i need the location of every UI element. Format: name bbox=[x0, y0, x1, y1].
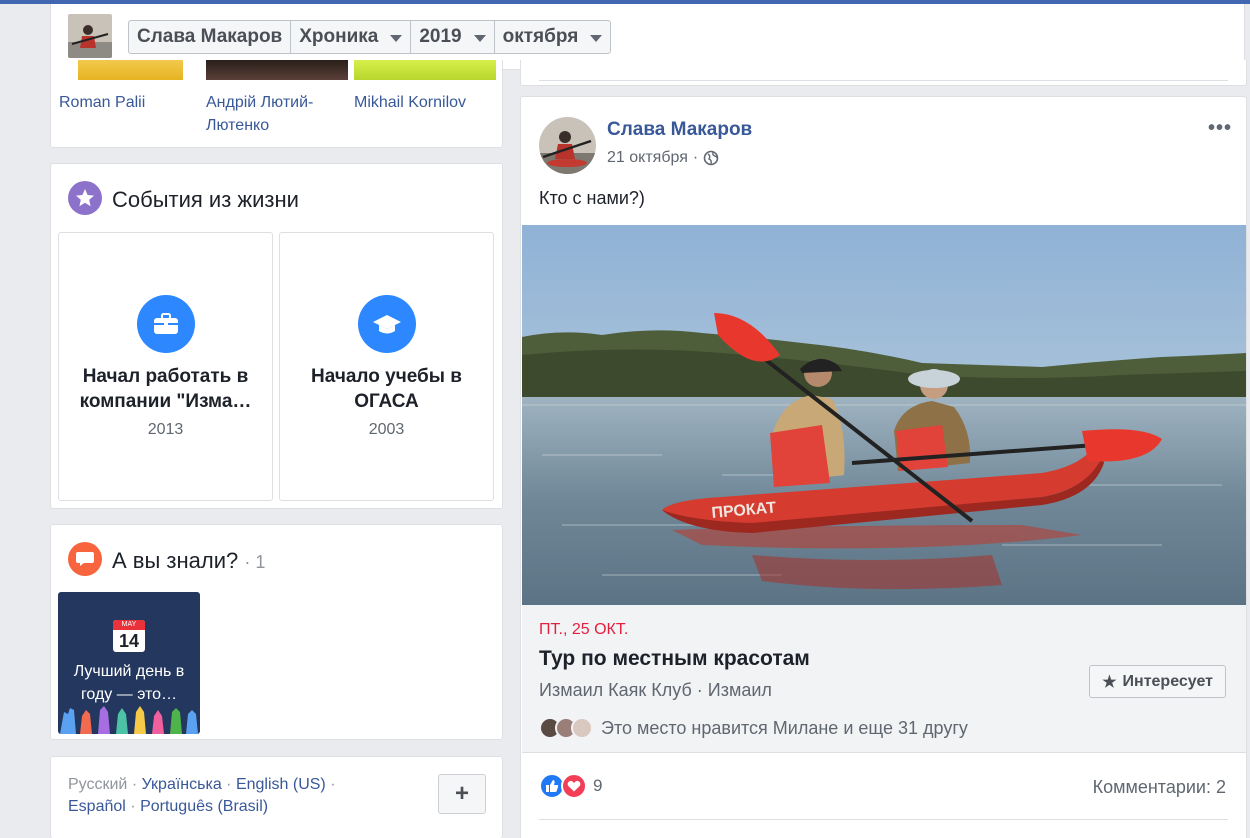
life-event-year: 2013 bbox=[147, 421, 184, 438]
nav-year-label: 2019 bbox=[419, 26, 462, 47]
did-you-know-card: А вы знали? · 1 MAY 14 Лучший день в год… bbox=[50, 524, 503, 740]
life-event-title: Начало учебы в ОГАСА bbox=[311, 366, 462, 412]
nav-section-dropdown[interactable]: Хроника bbox=[291, 21, 412, 53]
post-author-link[interactable]: Слава Макаров bbox=[607, 119, 752, 141]
divider bbox=[539, 80, 1228, 81]
love-icon bbox=[561, 773, 587, 799]
interested-button[interactable]: ★ Интересует bbox=[1089, 665, 1226, 698]
separator: · bbox=[330, 776, 336, 793]
nav-profile-name[interactable]: Слава Макаров bbox=[129, 21, 292, 53]
life-event-title: Начал работать в компании "Изма… bbox=[79, 366, 252, 412]
star-icon bbox=[68, 181, 102, 215]
globe-icon[interactable] bbox=[703, 150, 719, 166]
post-date-link[interactable]: 21 октября bbox=[607, 149, 688, 167]
event-preview[interactable]: ПТ., 25 ОКТ. Тур по местным красотам Изм… bbox=[522, 605, 1246, 753]
post-options-button[interactable]: ••• bbox=[1208, 117, 1232, 140]
life-event-tile[interactable]: Начало учебы в ОГАСА 2003 bbox=[279, 232, 494, 501]
nav-year-dropdown[interactable]: 2019 bbox=[411, 21, 495, 53]
nav-avatar[interactable] bbox=[68, 14, 112, 58]
languages-card: Русский · Українська · English (US) · Es… bbox=[50, 756, 503, 838]
friend-photo[interactable] bbox=[206, 60, 348, 80]
friend-name-link[interactable]: Андрій Лютий-Лютенко bbox=[206, 91, 346, 137]
did-you-know-count: · 1 bbox=[244, 552, 266, 572]
chevron-down-icon bbox=[390, 34, 403, 42]
life-event-tile[interactable]: Начал работать в компании "Изма… 2013 bbox=[58, 232, 273, 501]
life-events-card: События из жизни Начал работать в компан… bbox=[50, 163, 503, 509]
separator: · bbox=[226, 776, 232, 793]
friend-avatar[interactable] bbox=[571, 717, 593, 739]
comments-count-link[interactable]: Комментарии: 2 bbox=[1093, 777, 1226, 798]
graduation-cap-icon bbox=[357, 295, 416, 353]
briefcase-icon bbox=[136, 295, 195, 353]
event-name-link[interactable]: Тур по местным красотам bbox=[539, 647, 810, 671]
nav-selector-group: Слава Макаров Хроника 2019 октября bbox=[128, 20, 612, 54]
previous-post-tail bbox=[520, 60, 1247, 86]
speech-bubble-icon bbox=[68, 542, 102, 576]
did-you-know-title: А вы знали? bbox=[112, 548, 239, 573]
post-card: Слава Макаров 21 октября · ••• Кто с нам… bbox=[520, 96, 1247, 838]
life-event-year: 2003 bbox=[368, 421, 405, 438]
friend-photo[interactable] bbox=[78, 60, 183, 80]
separator: · bbox=[692, 149, 699, 166]
post-meta: 21 октября · bbox=[607, 149, 719, 167]
language-link[interactable]: English (US) bbox=[236, 776, 326, 793]
language-link[interactable]: Português (Brasil) bbox=[140, 798, 268, 815]
separator: · bbox=[130, 798, 136, 815]
event-place: Измаил Каяк Клуб · Измаил bbox=[539, 680, 772, 700]
interested-button-label: Интересует bbox=[1122, 672, 1213, 690]
section-title: А вы знали? · 1 bbox=[112, 548, 265, 574]
divider bbox=[539, 819, 1228, 820]
avatar[interactable] bbox=[539, 117, 596, 174]
nav-section-label: Хроника bbox=[299, 26, 379, 47]
event-date: ПТ., 25 ОКТ. bbox=[539, 621, 629, 638]
nav-month-label: октября bbox=[502, 26, 579, 47]
nav-month-dropdown[interactable]: октября bbox=[495, 21, 611, 53]
post-photo[interactable]: ПРОКАТ bbox=[522, 225, 1246, 605]
event-likes-text[interactable]: Это место нравится Милане и еще 31 другу bbox=[601, 718, 968, 739]
friends-card: Roman Palii Андрій Лютий-Лютенко Mikhail… bbox=[50, 60, 503, 148]
calendar-month: MAY bbox=[113, 620, 145, 630]
friend-photo[interactable] bbox=[354, 60, 496, 80]
event-likes-row: Это место нравится Милане и еще 31 другу bbox=[539, 717, 968, 739]
raised-hands-illustration bbox=[60, 706, 198, 734]
nav-profile-name-label: Слава Макаров bbox=[137, 26, 283, 47]
star-icon: ★ bbox=[1102, 673, 1117, 691]
separator: · bbox=[131, 776, 138, 793]
friend-name-link[interactable]: Mikhail Kornilov bbox=[354, 91, 494, 114]
friend-name-link[interactable]: Roman Palii bbox=[59, 91, 199, 114]
section-title: События из жизни bbox=[112, 187, 299, 212]
language-link[interactable]: Українська bbox=[142, 776, 222, 793]
reactions-count: 9 bbox=[593, 776, 603, 795]
chevron-down-icon bbox=[473, 34, 486, 42]
calendar-day: 14 bbox=[118, 631, 140, 651]
calendar-icon: MAY 14 bbox=[113, 620, 145, 652]
did-you-know-tile[interactable]: MAY 14 Лучший день в году — это… bbox=[58, 592, 200, 734]
add-language-button[interactable]: + bbox=[438, 774, 486, 814]
current-language: Русский bbox=[68, 776, 128, 793]
post-text: Кто с нами?) bbox=[539, 188, 645, 208]
language-link[interactable]: Español bbox=[68, 798, 126, 815]
chevron-down-icon bbox=[590, 34, 603, 42]
reactions-summary[interactable]: 9 bbox=[539, 773, 602, 799]
